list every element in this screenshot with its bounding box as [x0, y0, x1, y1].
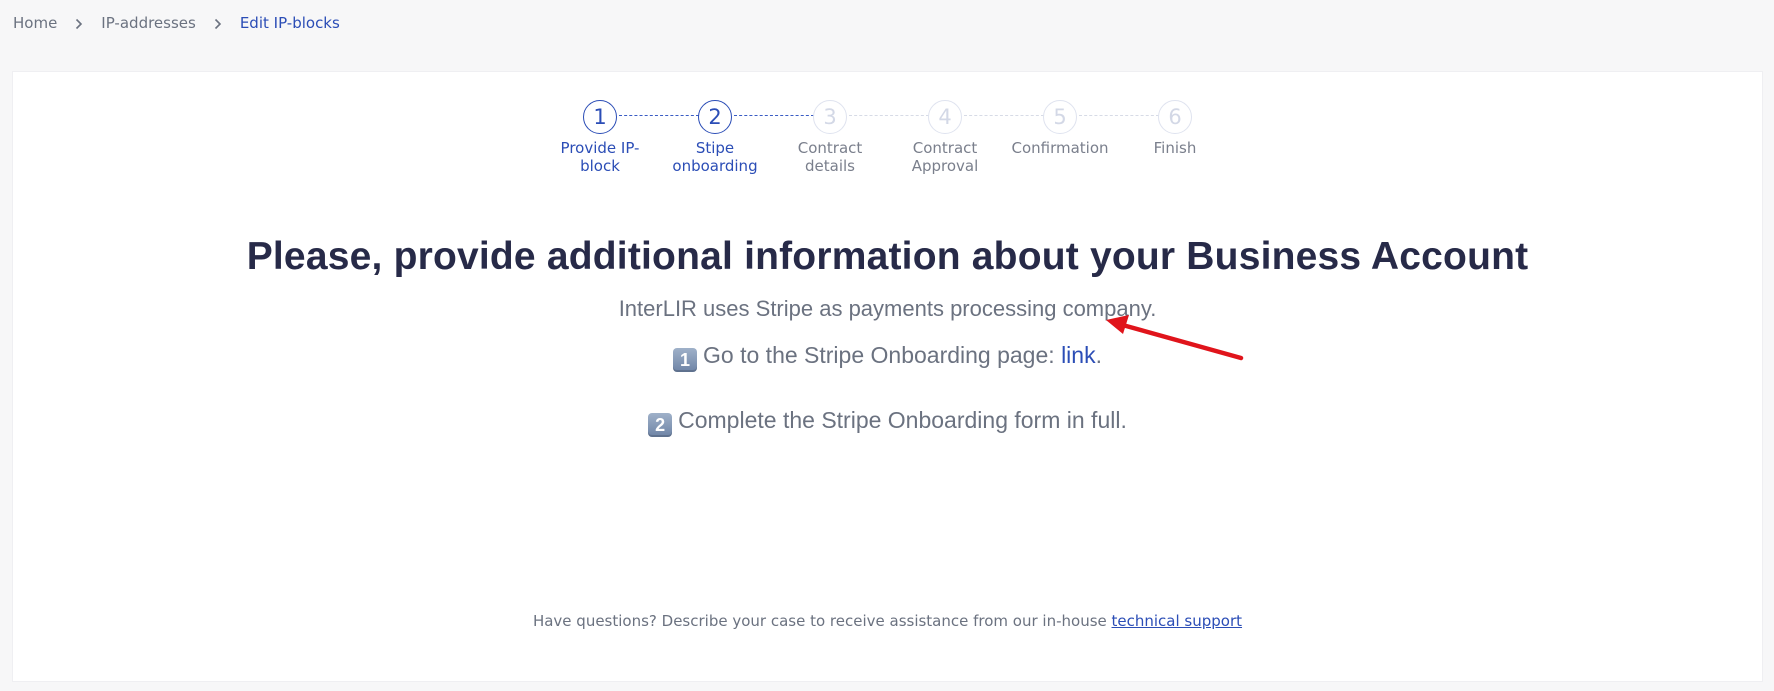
- step-number: 5: [1043, 100, 1077, 134]
- stripe-onboarding-link[interactable]: link: [1061, 342, 1096, 368]
- step-finish: 6 Finish: [1120, 100, 1230, 157]
- step-provide-ip-block[interactable]: 1 Provide IP-block: [545, 100, 655, 175]
- step-label: Provide IP-block: [560, 139, 640, 175]
- instruction-text: Complete the Stripe Onboarding form in f…: [678, 407, 1127, 433]
- breadcrumb-ip-addresses[interactable]: IP-addresses: [101, 14, 196, 32]
- breadcrumb: Home IP-addresses Edit IP-blocks: [13, 13, 340, 33]
- main-card: 1 Provide IP-block 2 Stipe onboarding 3 C…: [13, 72, 1762, 681]
- page-title: Please, provide additional information a…: [246, 235, 1529, 278]
- progress-stepper: 1 Provide IP-block 2 Stipe onboarding 3 C…: [13, 72, 1762, 192]
- instruction-step-1: 1 Go to the Stripe Onboarding page: link.: [13, 342, 1762, 372]
- breadcrumb-edit-ip-blocks: Edit IP-blocks: [239, 14, 340, 32]
- instruction-step-2: 2 Complete the Stripe Onboarding form in …: [13, 407, 1762, 437]
- step-label: Stipe onboarding: [672, 139, 758, 175]
- red-arrow-icon: [1106, 315, 1244, 361]
- support-note: Have questions? Describe your case to re…: [13, 612, 1762, 630]
- support-note-text: Have questions? Describe your case to re…: [532, 612, 1112, 630]
- step-number: 3: [813, 100, 847, 134]
- step-confirmation: 5 Confirmation: [1005, 100, 1115, 157]
- step-contract-approval: 4 Contract Approval: [890, 100, 1000, 175]
- step-label: Confirmation: [1011, 139, 1109, 157]
- step-number: 6: [1158, 100, 1192, 134]
- step-label: Contract details: [797, 139, 863, 175]
- step-label: Finish: [1153, 139, 1197, 157]
- breadcrumb-home[interactable]: Home: [13, 14, 57, 32]
- chevron-right-icon: [208, 14, 228, 32]
- keycap-digit-icon: 1: [673, 348, 698, 372]
- step-number: 2: [698, 100, 732, 134]
- keycap-digit-icon: 2: [648, 413, 673, 437]
- step-label: Contract Approval: [911, 139, 979, 175]
- step-number: 4: [928, 100, 962, 134]
- technical-support-link[interactable]: technical support: [1112, 612, 1243, 630]
- step-contract-details: 3 Contract details: [775, 100, 885, 175]
- step-stripe-onboarding[interactable]: 2 Stipe onboarding: [660, 100, 770, 175]
- page-subtitle: InterLIR uses Stripe as payments process…: [618, 296, 1157, 321]
- instruction-text: Go to the Stripe Onboarding page:: [703, 342, 1062, 368]
- step-number: 1: [583, 100, 617, 134]
- chevron-right-icon: [69, 14, 89, 32]
